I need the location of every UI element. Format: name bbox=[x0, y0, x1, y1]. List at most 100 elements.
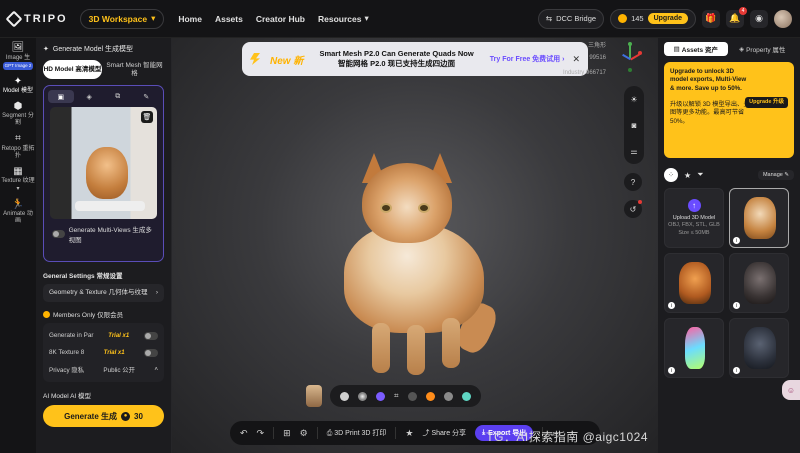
discord-button[interactable]: ◉ bbox=[750, 9, 768, 28]
asset-cat[interactable]: i bbox=[729, 188, 789, 248]
workspace-button[interactable]: 3D Workspace ▾ bbox=[79, 8, 165, 29]
nav-resources[interactable]: Resources ▾ bbox=[318, 13, 369, 24]
nav-home[interactable]: Home bbox=[178, 13, 202, 24]
asset-dragon[interactable]: i bbox=[729, 318, 789, 378]
credits-pill[interactable]: 145 Upgrade bbox=[610, 8, 696, 29]
swatch-normal[interactable] bbox=[376, 391, 385, 401]
cube-icon: ◈ bbox=[86, 93, 92, 101]
members-only-heading: Members Only 仅限会员 bbox=[43, 309, 164, 319]
stats-triangles: 三角形 bbox=[587, 43, 606, 49]
logo-text: TRIPO bbox=[24, 12, 68, 25]
rail-item-retopo[interactable]: ⌗ Retopo 重拓扑 bbox=[1, 133, 35, 159]
rig-icon[interactable]: ⚙ bbox=[300, 428, 308, 439]
asset-fox[interactable]: i bbox=[664, 253, 724, 313]
avatar[interactable] bbox=[774, 9, 792, 28]
swatch-gray[interactable] bbox=[407, 391, 417, 401]
generate-button[interactable]: Generate 生成 ● 30 bbox=[43, 405, 164, 428]
panel-title-text: Generate Model 生成模型 bbox=[52, 46, 134, 53]
star-icon[interactable]: ★ bbox=[405, 428, 413, 439]
nav-creator-hub[interactable]: Creator Hub bbox=[256, 13, 305, 24]
image-icon: 🖼 bbox=[11, 42, 25, 53]
screenshot-tool[interactable]: ◙ bbox=[625, 116, 643, 134]
assistant-icon[interactable]: ☺ bbox=[782, 380, 800, 400]
y-axis-icon bbox=[629, 44, 631, 58]
geometry-texture-row[interactable]: Geometry & Texture 几何体与纹理 › bbox=[43, 284, 164, 303]
info-icon[interactable]: i bbox=[668, 302, 675, 309]
generate-in-parts-toggle[interactable] bbox=[144, 331, 158, 340]
swatch-textured[interactable] bbox=[358, 391, 367, 401]
general-settings-heading: General Settings 常规设置 bbox=[43, 273, 123, 280]
swatch-orange[interactable] bbox=[425, 391, 435, 401]
info-icon[interactable]: i bbox=[733, 302, 740, 309]
gift-button[interactable]: 🎁 bbox=[702, 9, 720, 28]
tab-property[interactable]: ◈ Property 属性 bbox=[731, 42, 795, 56]
swatch-white[interactable] bbox=[340, 391, 349, 401]
text-prompt-tab[interactable]: ✎ bbox=[134, 90, 160, 103]
texture-8k-toggle[interactable] bbox=[144, 348, 158, 357]
try-free-label: Try For Free 免费试用 bbox=[489, 56, 561, 63]
smart-mesh-tab[interactable]: Smart Mesh 智能网格 bbox=[105, 60, 164, 79]
multiview-toggle[interactable] bbox=[52, 230, 65, 238]
viewport-canvas[interactable]: New 新 Smart Mesh P2.0 Can Generate Quads… bbox=[172, 38, 658, 453]
swatch-teal[interactable] bbox=[461, 391, 471, 401]
multi-image-tab[interactable]: ◈ bbox=[77, 90, 103, 103]
workspace-label: 3D Workspace bbox=[88, 13, 148, 24]
manage-button[interactable]: Manage ✎ bbox=[757, 170, 794, 180]
info-icon[interactable]: i bbox=[733, 367, 740, 374]
upload-3d-model-cell[interactable]: ↑ Upload 3D Model OBJ, FBX, STL, GLB Siz… bbox=[664, 188, 724, 248]
print-button[interactable]: ⎙ 3D Print 3D 打印 bbox=[327, 428, 387, 438]
rail-item-label: Animate 动画 bbox=[3, 211, 33, 225]
history-button[interactable]: ↺ bbox=[624, 200, 642, 218]
chevron-down-icon: ▾ bbox=[16, 185, 20, 192]
notifications-button[interactable]: 🔔 4 bbox=[726, 6, 747, 28]
axis-gizmo[interactable] bbox=[622, 42, 642, 74]
rail-item-texture[interactable]: ▦ Texture 纹理 ▾ bbox=[1, 166, 35, 193]
try-free-link[interactable]: Try For Free 免费试用 › bbox=[490, 54, 565, 64]
swatch-matte[interactable] bbox=[443, 391, 453, 401]
asset-creature[interactable]: i bbox=[729, 253, 789, 313]
close-icon[interactable]: ✕ bbox=[572, 54, 580, 65]
filter-icon[interactable]: ⏷ bbox=[697, 170, 703, 180]
source-thumbnail[interactable] bbox=[306, 385, 322, 407]
star-icon[interactable]: ★ bbox=[684, 171, 691, 180]
rail-item-model[interactable]: ✦ Model 模型 bbox=[1, 76, 35, 95]
rail-item-segment[interactable]: ⬢ Segment 分割 bbox=[1, 101, 35, 127]
generate-cost: 30 bbox=[134, 411, 143, 421]
promo-text-zh: 升级以解锁 3D 模型导出、多视图等更多功能。最高可节省 50%。 bbox=[670, 101, 756, 125]
top-bar: TRIPO 3D Workspace ▾ Home Assets Creator… bbox=[0, 0, 800, 38]
tab-assets[interactable]: ▤ Assets 资产 bbox=[664, 42, 728, 56]
hd-model-tab[interactable]: HD Model 高清模型 bbox=[43, 60, 102, 79]
mode-selector: HD Model 高清模型 Smart Mesh 智能网格 bbox=[43, 60, 164, 79]
trash-icon[interactable]: 🗑 bbox=[141, 111, 153, 123]
dcc-bridge-button[interactable]: ⇆ DCC Bridge bbox=[537, 8, 605, 29]
all-assets-icon[interactable]: ⁘ bbox=[664, 168, 678, 182]
chevron-down-icon: ▾ bbox=[364, 13, 369, 23]
redo-icon[interactable]: ↷ bbox=[257, 428, 265, 439]
upload-size: Size ≤ 50MB bbox=[678, 229, 710, 236]
geometry-texture-label: Geometry & Texture 几何体与纹理 bbox=[49, 289, 148, 296]
share-button[interactable]: ⤴ Share 分享 bbox=[422, 428, 466, 438]
grid-icon[interactable]: ⌗ bbox=[394, 391, 399, 401]
asset-deer[interactable]: i bbox=[664, 318, 724, 378]
info-icon[interactable]: i bbox=[733, 237, 740, 244]
rail-item-label: Retopo 重拓扑 bbox=[1, 145, 35, 159]
single-image-tab[interactable]: ▣ bbox=[48, 90, 74, 103]
undo-icon[interactable]: ↶ bbox=[240, 428, 248, 439]
batch-image-tab[interactable]: ⧉ bbox=[105, 90, 131, 103]
member-options: Generate in Par Trial x1 8K Texture 8 Tr… bbox=[43, 323, 164, 383]
nav-assets[interactable]: Assets bbox=[215, 13, 243, 24]
info-icon[interactable]: i bbox=[668, 367, 675, 374]
help-button[interactable]: ? bbox=[624, 173, 642, 191]
light-tool[interactable]: ☀ bbox=[625, 90, 643, 108]
promo-upgrade-button[interactable]: Upgrade 升级 bbox=[745, 97, 788, 109]
grid-view-icon[interactable]: ⊞ bbox=[283, 428, 291, 439]
image-upload-box[interactable]: ▣ ◈ ⧉ ✎ 🗑 Generate Multi-Views 生成多视图 bbox=[43, 85, 164, 262]
asset-thumbnail bbox=[744, 197, 776, 239]
rail-item-image[interactable]: 🖼 Image 生 GPT Image 2 bbox=[1, 42, 35, 70]
privacy-row[interactable]: Privacy 隐私 Public 公开 ˄ bbox=[49, 361, 158, 378]
cat-3d-model[interactable] bbox=[332, 153, 502, 383]
logo[interactable]: TRIPO bbox=[5, 10, 68, 27]
settings-tool[interactable]: ⚌ bbox=[625, 142, 643, 160]
rail-item-animate[interactable]: 🏃 Animate 动画 bbox=[1, 199, 35, 225]
upgrade-button[interactable]: Upgrade bbox=[647, 13, 688, 24]
